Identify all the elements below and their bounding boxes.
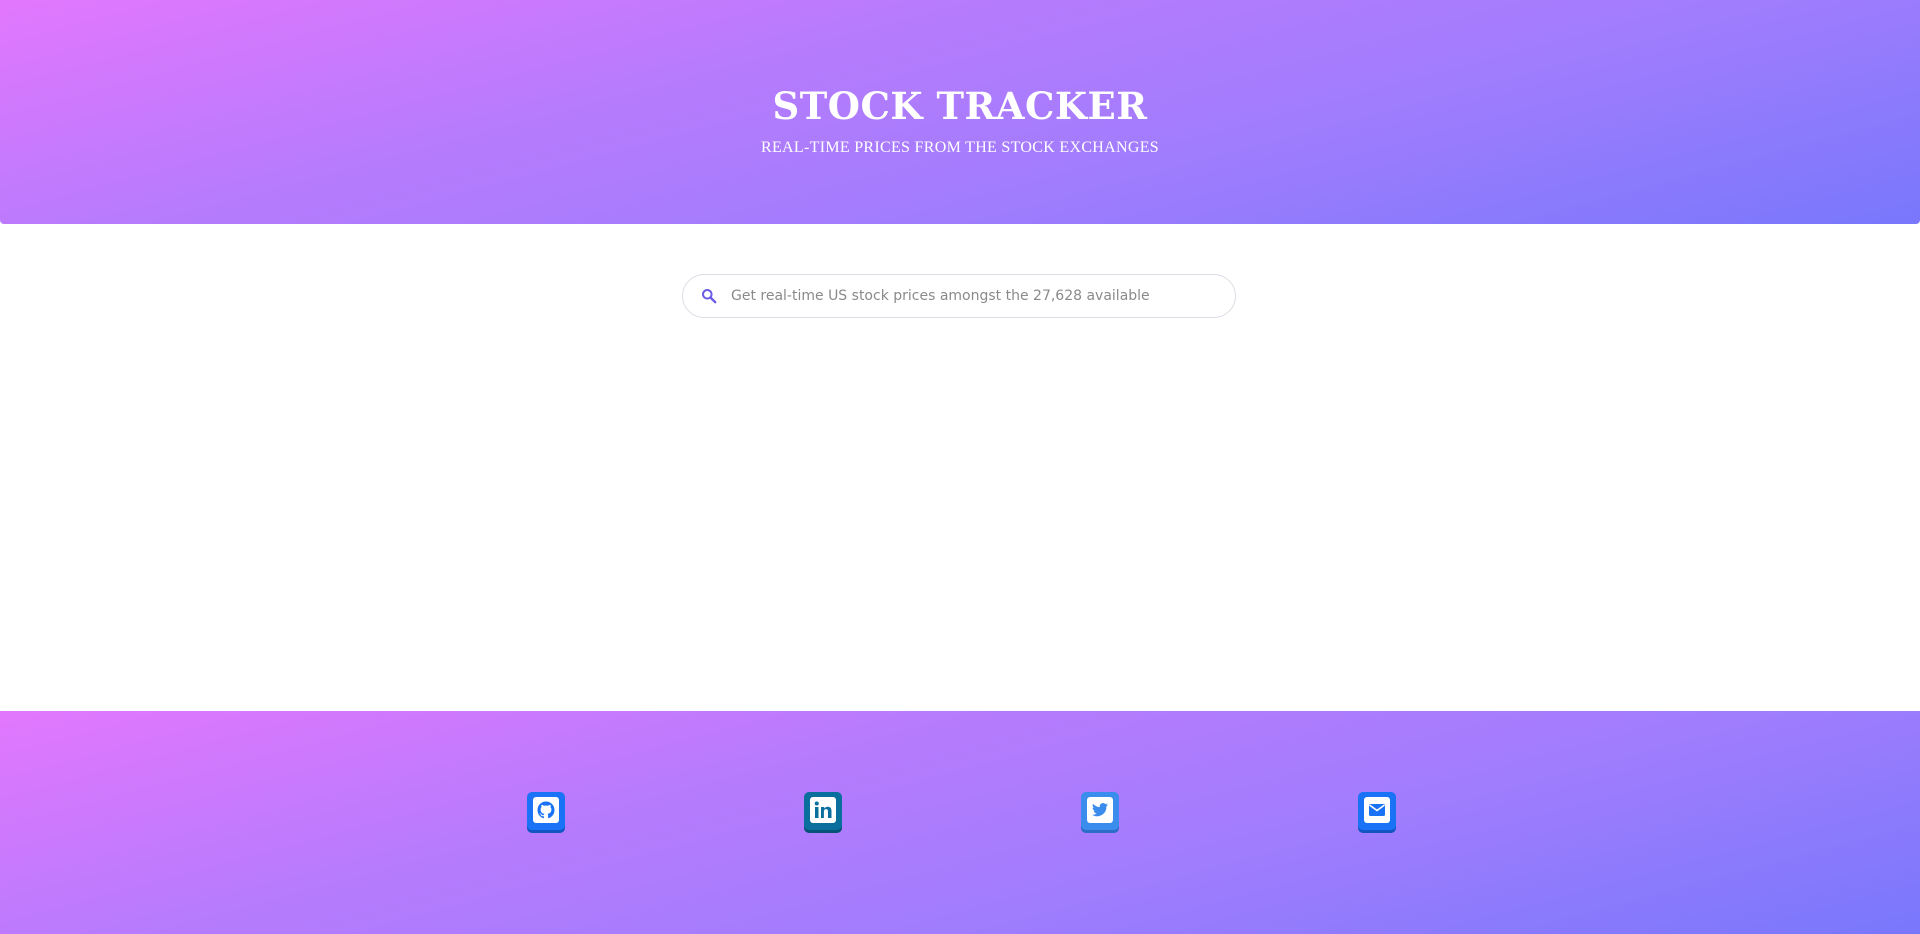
email-icon bbox=[1363, 796, 1391, 824]
twitter-link[interactable] bbox=[1081, 792, 1119, 830]
page-subtitle: REAL-TIME PRICES FROM THE STOCK EXCHANGE… bbox=[761, 139, 1159, 156]
linkedin-link[interactable] bbox=[804, 792, 842, 830]
email-link[interactable] bbox=[1358, 792, 1396, 830]
github-link[interactable] bbox=[527, 792, 565, 830]
page-title: STOCK TRACKER bbox=[772, 84, 1148, 128]
github-icon bbox=[532, 796, 560, 824]
header-banner: STOCK TRACKER REAL-TIME PRICES FROM THE … bbox=[0, 0, 1920, 224]
twitter-icon bbox=[1086, 796, 1114, 824]
linkedin-icon bbox=[809, 796, 837, 824]
search-input[interactable] bbox=[731, 275, 1221, 317]
search-bar[interactable] bbox=[682, 274, 1236, 318]
footer bbox=[0, 711, 1920, 934]
search-icon bbox=[701, 288, 717, 304]
